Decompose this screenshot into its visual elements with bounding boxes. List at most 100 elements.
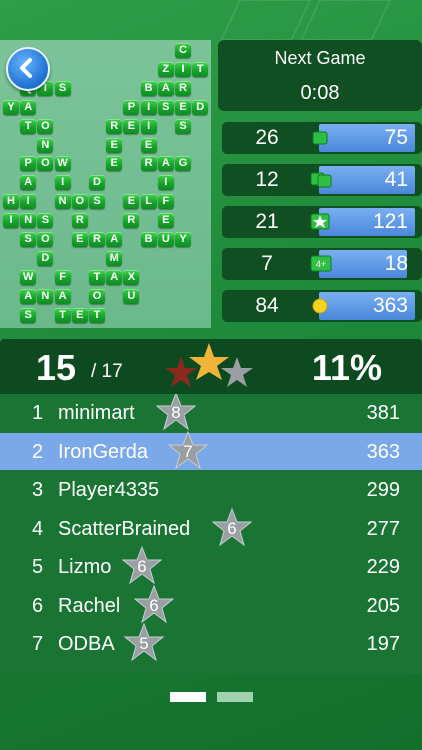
stat-row: 21 121 (222, 206, 422, 238)
leaderboard-row[interactable]: 6 Rachel 205 6 (0, 584, 422, 624)
player-star-count: 6 (149, 595, 159, 615)
star-tile-icon (310, 213, 330, 230)
letter-tile: I (140, 118, 157, 134)
letter-tile: A (157, 80, 174, 96)
letter-tile: T (89, 269, 105, 285)
letter-tile: A (54, 288, 71, 304)
letter-tile: G (175, 156, 191, 172)
stat-row: 26 75 (222, 122, 422, 154)
letter-tile: Y (3, 99, 19, 115)
next-game-panel: Next Game 0:08 (218, 40, 422, 111)
four-plus-icon: 4+ (310, 255, 332, 272)
leaderboard-row[interactable]: 5 Lizmo 229 6 (0, 545, 422, 585)
letter-tile: R (89, 232, 105, 247)
stat-points: 121 (372, 210, 408, 233)
player-score: 381 (366, 402, 400, 424)
letter-tile: H (3, 194, 19, 210)
page-indicator-active[interactable] (170, 692, 206, 702)
player-star-icon: 6 (133, 584, 175, 624)
player-star-icon: 7 (167, 430, 209, 470)
player-star-count: 7 (183, 441, 193, 461)
letter-tile: O (37, 156, 54, 172)
gold-star-icon (189, 343, 229, 380)
letter-tile: W (54, 156, 71, 172)
player-score: 277 (366, 517, 400, 540)
svg-text:4+: 4+ (316, 259, 326, 269)
page-indicator-inactive[interactable] (217, 692, 253, 702)
letter-tile: S (37, 213, 54, 229)
letter-tile: Z (157, 61, 174, 77)
letter-tile: D (89, 175, 105, 191)
player-name: CheshiCat (58, 672, 151, 675)
leaderboard-row[interactable]: 7 ODBA 197 5 (0, 622, 422, 662)
letter-tile: E (140, 137, 157, 153)
back-button[interactable] (6, 47, 50, 91)
stat-count: 84 (255, 294, 279, 317)
player-name: Player4335 (58, 479, 160, 501)
letter-tile: I (140, 99, 157, 115)
player-rank: 1 (32, 402, 44, 424)
letter-tile: R (123, 213, 140, 229)
player-star-icon: 8 (155, 394, 197, 431)
letter-tile: W (20, 269, 37, 285)
leaderboard-row[interactable]: 1 minimart 381 8 (0, 394, 422, 431)
leaderboard-row[interactable]: 4 ScatterBrained 277 6 (0, 507, 422, 547)
leaderboard-row[interactable]: 8 CheshiCat 195 (0, 664, 422, 675)
letter-tile: F (54, 269, 71, 285)
player-score: 195 (367, 672, 400, 675)
letter-tile: R (140, 156, 157, 172)
letter-tile: D (192, 99, 209, 115)
letter-tile: A (20, 175, 37, 191)
leaderboard-row[interactable]: 3 Player4335 299 (0, 471, 422, 508)
stat-points: 18 (384, 252, 408, 275)
player-star-count: 6 (137, 557, 147, 576)
player-score: 363 (366, 440, 400, 463)
player-star-count: 6 (227, 518, 237, 538)
letter-tile: M (106, 250, 123, 266)
letter-tile: I (54, 175, 71, 191)
letter-tile: E (175, 99, 191, 115)
letter-tile: S (20, 307, 37, 323)
player-name: minimart (58, 402, 135, 424)
letter-tile: S (54, 80, 71, 96)
letter-tile: T (20, 118, 37, 134)
leaderboard[interactable]: 1 minimart 381 8 2 IronGerda 363 7 3 Player4335 29… (0, 394, 422, 674)
letter-tile: E (71, 232, 88, 247)
player-rank: 6 (32, 594, 44, 617)
letter-tile: O (71, 194, 88, 210)
player-name: Lizmo (58, 556, 112, 578)
letter-tile: C (175, 43, 191, 58)
player-rank: 8 (32, 672, 43, 675)
stat-points: 363 (372, 294, 408, 317)
letter-tile: O (89, 288, 105, 304)
stat-points: 75 (384, 126, 408, 149)
stat-count: 7 (261, 252, 273, 275)
letter-tile: S (89, 194, 105, 210)
back-arrow-icon (20, 58, 32, 78)
letter-tile: E (123, 194, 140, 210)
stat-row: 12 41 (222, 164, 422, 196)
gray-star-icon (221, 357, 253, 387)
letter-tile: R (175, 80, 191, 96)
letter-tile: E (123, 118, 140, 134)
letter-tile: O (37, 118, 54, 134)
player-rank: 15 (36, 347, 77, 388)
letter-tile: L (140, 194, 157, 210)
letter-tile: A (20, 288, 37, 304)
letter-tile: A (157, 156, 174, 172)
letter-tile: T (192, 61, 209, 77)
letter-tile: S (157, 99, 174, 115)
red-star-icon (165, 357, 197, 387)
letter-tile: X (123, 269, 140, 285)
leaderboard-row-current-player[interactable]: 2 IronGerda 363 7 (0, 430, 422, 470)
letter-tile: B (140, 232, 157, 247)
stat-row: 84 363 (222, 290, 422, 322)
letter-tile: E (71, 307, 88, 323)
player-name: ODBA (58, 633, 115, 655)
stat-count: 21 (255, 210, 279, 233)
countdown-timer: 0:08 (300, 82, 340, 104)
player-rank: 4 (32, 517, 44, 540)
letter-tile: P (123, 99, 140, 115)
player-name: ScatterBrained (58, 517, 191, 540)
player-count: / 17 (91, 361, 123, 382)
